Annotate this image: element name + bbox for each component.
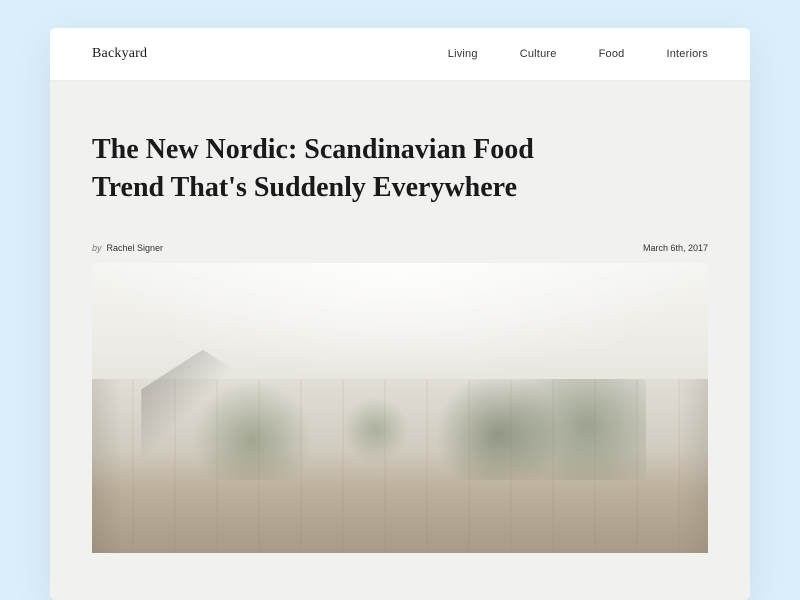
main-nav: Living Culture Food Interiors: [448, 48, 708, 60]
article-content: The New Nordic: Scandinavian Food Trend …: [50, 81, 750, 600]
site-header: Backyard Living Culture Food Interiors: [50, 28, 750, 81]
image-decor-greenery: [154, 379, 647, 481]
image-decor-furniture: [92, 451, 708, 553]
image-decor-structure: [141, 350, 264, 510]
hero-image: [92, 263, 708, 553]
byline: by Rachel Signer: [92, 243, 163, 253]
article-meta: by Rachel Signer March 6th, 2017: [92, 243, 708, 253]
article-title: The New Nordic: Scandinavian Food Trend …: [92, 131, 572, 207]
nav-item-food[interactable]: Food: [599, 48, 625, 60]
nav-item-living[interactable]: Living: [448, 48, 478, 60]
article-card: Backyard Living Culture Food Interiors T…: [50, 28, 750, 600]
author-name: Rachel Signer: [107, 243, 164, 253]
nav-item-culture[interactable]: Culture: [520, 48, 557, 60]
by-label: by: [92, 243, 102, 253]
brand-logo[interactable]: Backyard: [92, 46, 147, 62]
nav-item-interiors[interactable]: Interiors: [666, 48, 708, 60]
publish-date: March 6th, 2017: [643, 243, 708, 253]
